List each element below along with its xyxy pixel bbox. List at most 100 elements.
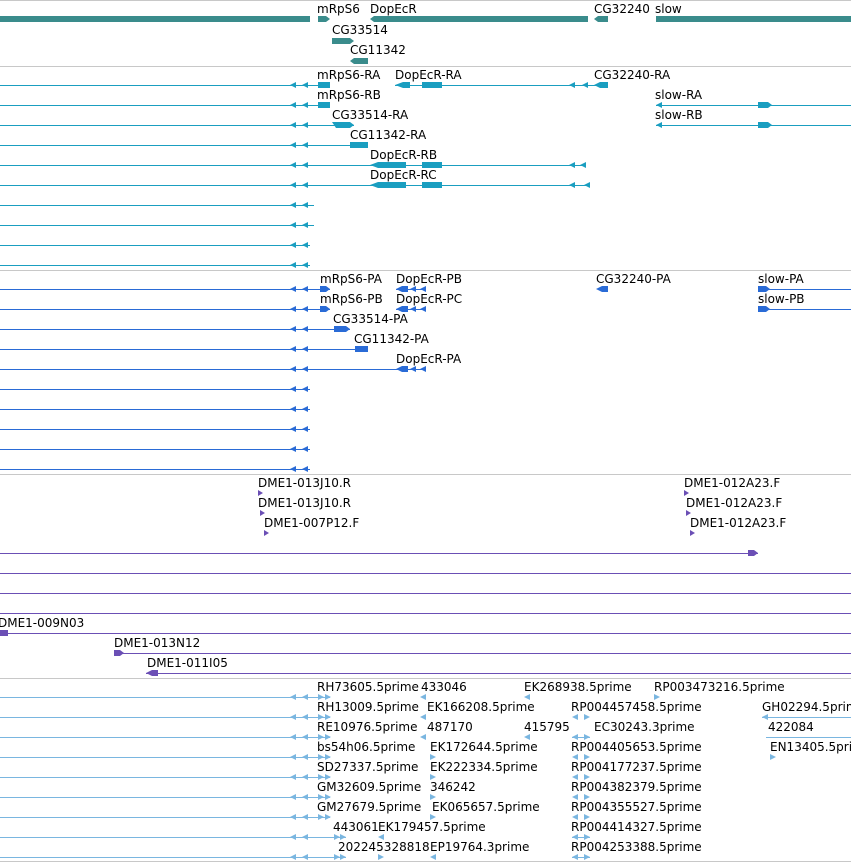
exon-marker — [569, 82, 575, 88]
exon-marker — [302, 222, 308, 228]
exon-marker — [290, 122, 296, 128]
est-label: RP004177237.5prime — [571, 760, 702, 774]
gene-feature[interactable] — [350, 58, 368, 64]
clone-track: DME1-013J10.R DME1-012A23.F DME1-013J10.… — [0, 476, 851, 676]
cds-marker — [290, 466, 296, 472]
clone-end-marker — [748, 550, 758, 556]
est-label: 422084 — [768, 720, 814, 734]
exon-marker — [584, 182, 590, 188]
est-label: RP004253388.5prime — [571, 840, 702, 854]
cds-marker — [320, 306, 330, 312]
transcript-label: slow-RA — [655, 88, 703, 102]
est-marker — [290, 754, 296, 760]
est-marker — [430, 854, 436, 860]
transcript-label: mRpS6-RA — [317, 68, 381, 82]
transcript-label: CG32240-RA — [594, 68, 671, 82]
cds-marker — [302, 446, 308, 452]
est-label: 433046 — [421, 680, 467, 694]
exon-marker — [290, 142, 296, 148]
protein-label: slow-PB — [758, 292, 805, 306]
est-marker — [290, 794, 296, 800]
clone-end-marker — [690, 530, 695, 536]
protein-label: DopEcR-PA — [396, 352, 462, 366]
cds-marker — [396, 366, 408, 372]
est-label: EK172644.5prime — [430, 740, 538, 754]
cds-marker — [302, 366, 308, 372]
exon-marker — [569, 162, 575, 168]
est-label: EK065657.5prime — [432, 800, 540, 814]
exon-marker — [569, 182, 575, 188]
gene-feature[interactable] — [594, 16, 608, 22]
exon-marker — [656, 122, 662, 128]
est-label: RH73605.5prime — [317, 680, 419, 694]
protein-label: CG11342-PA — [354, 332, 430, 346]
protein-label: slow-PA — [758, 272, 805, 286]
exon-marker — [302, 242, 308, 248]
transcript-label: mRpS6-RB — [317, 88, 381, 102]
cds-marker — [290, 406, 296, 412]
est-label: EP19764.3prime — [430, 840, 529, 854]
cds-marker — [410, 306, 416, 312]
exon-marker — [290, 262, 296, 268]
est-label: GM32609.5prime — [317, 780, 421, 794]
cds-marker — [302, 326, 308, 332]
cds-marker — [340, 326, 350, 332]
cds-marker — [420, 306, 426, 312]
est-marker — [302, 774, 308, 780]
cds-marker — [290, 446, 296, 452]
clone-label: DME1-011I05 — [147, 656, 228, 670]
exon-marker — [290, 182, 296, 188]
est-label: RH13009.5prime — [317, 700, 419, 714]
est-label: EC30243.3prime — [594, 720, 695, 734]
exon-marker — [290, 242, 296, 248]
exon-marker — [290, 162, 296, 168]
est-label: RE10976.5prime — [317, 720, 418, 734]
gene-feature[interactable] — [318, 16, 330, 22]
est-label: EK166208.5prime — [427, 700, 535, 714]
transcript-label: CG11342-RA — [350, 128, 427, 142]
gene-label: slow — [655, 2, 682, 16]
est-label: bs54h06.5prime — [317, 740, 415, 754]
est-track: RH73605.5prime 433046 EK268938.5prime RP… — [0, 680, 851, 860]
est-marker — [420, 734, 426, 740]
transcript-label: slow-RB — [655, 108, 703, 122]
gene-label: mRpS6 — [317, 2, 360, 16]
est-label: EN13405.5prime — [770, 740, 851, 754]
est-marker — [290, 854, 296, 860]
est-label: 443061 — [333, 820, 379, 834]
exon-marker — [302, 162, 308, 168]
protein-track: mRpS6-PA DopEcR-PB CG32240-PA slow-PA mR… — [0, 272, 851, 472]
clone-end-marker — [264, 530, 269, 536]
est-marker — [420, 694, 426, 700]
gene-feature[interactable] — [0, 16, 310, 22]
gene-label: CG33514 — [332, 23, 388, 37]
gene-label: CG11342 — [350, 43, 406, 57]
cds-marker — [302, 466, 308, 472]
exon-marker — [395, 82, 410, 88]
cds-marker — [290, 386, 296, 392]
est-marker — [302, 754, 308, 760]
est-marker — [325, 814, 331, 820]
est-label: RP004405653.5prime — [571, 740, 702, 754]
est-marker — [378, 854, 384, 860]
clone-label: DME1-013J10.R — [258, 496, 351, 510]
exon-marker — [318, 102, 330, 108]
est-marker — [302, 794, 308, 800]
est-label: RP004414327.5prime — [571, 820, 702, 834]
est-label: EK179457.5prime — [378, 820, 486, 834]
est-marker — [340, 854, 346, 860]
clone-label: DME1-009N03 — [0, 616, 84, 630]
est-marker — [302, 734, 308, 740]
gene-label: DopEcR — [370, 2, 417, 16]
est-marker — [584, 854, 590, 860]
gene-feature[interactable] — [656, 16, 851, 22]
gene-feature[interactable] — [370, 16, 588, 22]
protein-label: DopEcR-PB — [396, 272, 462, 286]
clone-label: DME1-013N12 — [114, 636, 200, 650]
cds-marker — [302, 406, 308, 412]
est-label: EK268938.5prime — [524, 680, 632, 694]
exon-marker — [302, 102, 308, 108]
cds-marker — [302, 346, 308, 352]
est-label: 487170 — [427, 720, 473, 734]
transcript-label: CG33514-RA — [332, 108, 409, 122]
